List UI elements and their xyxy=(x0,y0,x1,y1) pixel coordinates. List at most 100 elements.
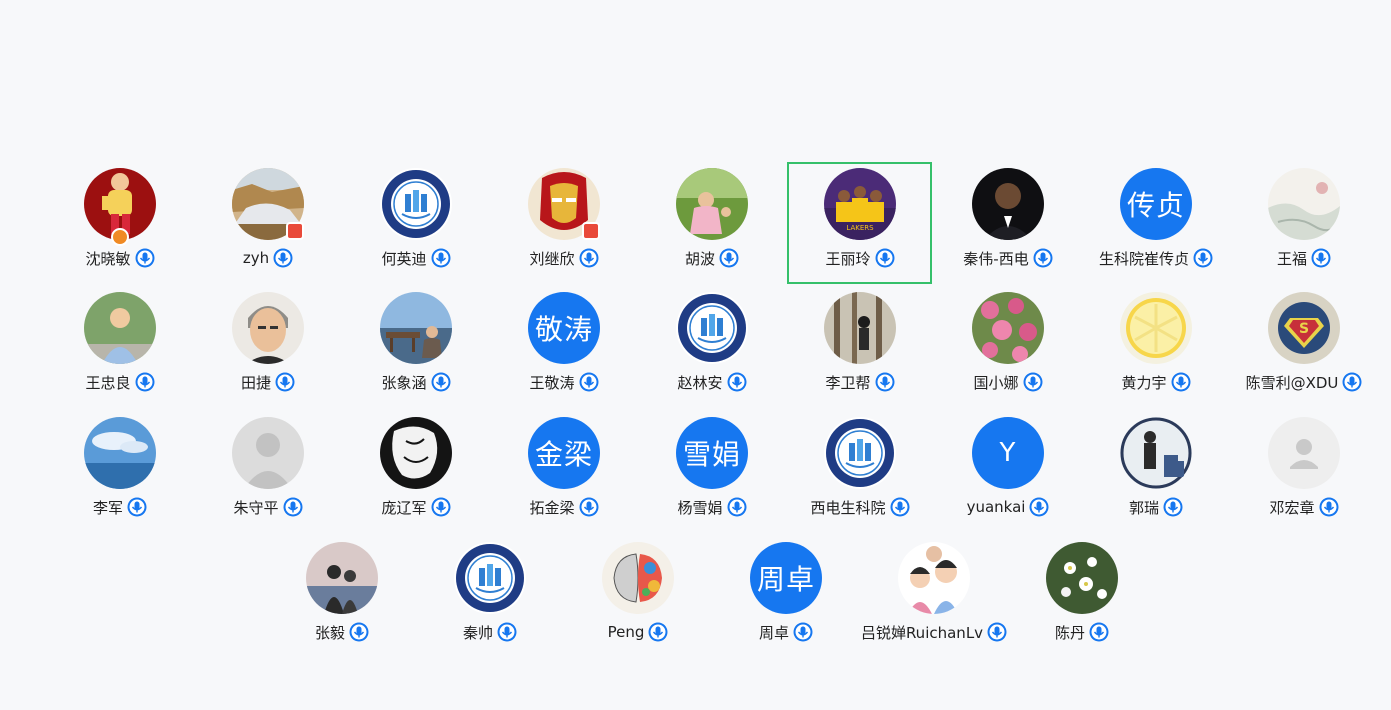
mic-icon[interactable] xyxy=(1342,372,1362,392)
avatar-photo-forest-people[interactable] xyxy=(824,292,896,364)
text-avatar[interactable]: 传贞 xyxy=(1120,168,1192,240)
participant-tile[interactable]: 张象涵 xyxy=(342,292,490,402)
mic-icon[interactable] xyxy=(1033,248,1053,268)
mic-icon[interactable] xyxy=(1171,372,1191,392)
mic-icon[interactable] xyxy=(890,497,910,517)
mic-icon[interactable] xyxy=(1163,497,1183,517)
mic-icon[interactable] xyxy=(579,248,599,268)
mic-icon[interactable] xyxy=(127,497,147,517)
avatar-photo-pier-sea[interactable] xyxy=(380,292,452,364)
avatar-photo-man-trees[interactable] xyxy=(84,292,156,364)
mic-icon[interactable] xyxy=(719,248,739,268)
participant-tile[interactable]: 传贞 生科院崔传贞 xyxy=(1082,168,1230,278)
participant-tile[interactable]: 西电生科院 xyxy=(786,417,934,527)
mic-icon[interactable] xyxy=(727,372,747,392)
participant-tile[interactable]: 国小娜 xyxy=(934,292,1082,402)
participant-tile[interactable]: 邓宏章 xyxy=(1230,417,1378,527)
participant-tile[interactable]: LAKERS 王丽玲 xyxy=(786,168,934,278)
avatar-logo-institute-seal[interactable] xyxy=(676,292,748,364)
participant-tile[interactable]: 庞辽军 xyxy=(342,417,490,527)
mic-icon[interactable] xyxy=(431,248,451,268)
participant-tile[interactable]: 郭瑞 xyxy=(1082,417,1230,527)
text-avatar[interactable]: 周卓 xyxy=(750,542,822,614)
participant-tile[interactable]: 雪娟 杨雪娟 xyxy=(638,417,786,527)
participant-tile[interactable]: 李军 xyxy=(46,417,194,527)
mic-icon[interactable] xyxy=(273,248,293,268)
participant-name: 沈晓敏 xyxy=(85,249,131,268)
avatar-photo-white-flowers[interactable] xyxy=(1046,542,1118,614)
mic-icon[interactable] xyxy=(497,622,517,642)
participant-tile[interactable]: 赵林安 xyxy=(638,292,786,402)
participant-tile[interactable]: 田捷 xyxy=(194,292,342,402)
participant-tile[interactable]: S 陈雪利@XDU xyxy=(1230,292,1378,402)
avatar-logo-institute-seal[interactable] xyxy=(454,542,526,614)
participant-name-line: 吕锐婵RuichanLv xyxy=(860,620,1008,644)
mic-icon[interactable] xyxy=(987,622,1007,642)
participant-tile[interactable]: 王福 xyxy=(1230,168,1378,278)
participant-tile[interactable]: 李卫帮 xyxy=(786,292,934,402)
participant-tile[interactable]: 秦帅 xyxy=(416,542,564,652)
mic-icon[interactable] xyxy=(875,248,895,268)
participant-tile[interactable]: 秦伟-西电 xyxy=(934,168,1082,278)
participant-tile[interactable]: 黄力宇 xyxy=(1082,292,1230,402)
mic-icon[interactable] xyxy=(579,372,599,392)
avatar-drawing-black-white[interactable] xyxy=(380,417,452,489)
avatar-photo-hiker-city[interactable] xyxy=(1120,417,1192,489)
mic-icon[interactable] xyxy=(283,497,303,517)
participant-tile[interactable]: 陈丹 xyxy=(1008,542,1156,652)
avatar-drawing-colorful-brain[interactable] xyxy=(602,542,674,614)
mic-icon[interactable] xyxy=(431,497,451,517)
participant-tile[interactable]: 金梁 拓金梁 xyxy=(490,417,638,527)
participant-tile[interactable]: 张毅 xyxy=(268,542,416,652)
mic-icon[interactable] xyxy=(431,372,451,392)
avatar-logo-institute-seal[interactable] xyxy=(824,417,896,489)
mic-icon[interactable] xyxy=(648,622,668,642)
mic-icon[interactable] xyxy=(1193,248,1213,268)
avatar-photo-couple-sunset[interactable] xyxy=(306,542,378,614)
avatar-default-avatar-grey[interactable] xyxy=(232,417,304,489)
text-avatar[interactable]: 雪娟 xyxy=(676,417,748,489)
avatar-photo-basketball-team[interactable]: LAKERS xyxy=(824,168,896,240)
text-avatar[interactable]: 金梁 xyxy=(528,417,600,489)
mic-icon[interactable] xyxy=(1319,497,1339,517)
participant-tile[interactable]: 周卓 周卓 xyxy=(712,542,860,652)
mic-icon[interactable] xyxy=(1029,497,1049,517)
participant-tile[interactable]: 吕锐婵RuichanLv xyxy=(860,542,1008,652)
participant-tile[interactable]: 敬涛 王敬涛 xyxy=(490,292,638,402)
avatar-photo-lemon-slice[interactable] xyxy=(1120,292,1192,364)
avatar-default-avatar-light[interactable] xyxy=(1268,417,1340,489)
text-avatar[interactable]: 敬涛 xyxy=(528,292,600,364)
participant-tile[interactable]: 胡波 xyxy=(638,168,786,278)
mic-icon[interactable] xyxy=(349,622,369,642)
mic-icon[interactable] xyxy=(1023,372,1043,392)
participant-tile[interactable]: 朱守平 xyxy=(194,417,342,527)
participant-row: 李军 朱守平 庞辽军 金梁 拓金梁 雪娟 杨雪娟 西电生科院 Yyuankai 郭瑞 邓宏章 xyxy=(0,417,1391,527)
avatar-photo-pink-flowers[interactable] xyxy=(972,292,1044,364)
avatar-photo-sky-sea[interactable] xyxy=(84,417,156,489)
participant-tile[interactable]: 何英迪 xyxy=(342,168,490,278)
mic-icon[interactable] xyxy=(793,622,813,642)
mic-icon[interactable] xyxy=(135,248,155,268)
avatar-logo-institute-seal[interactable] xyxy=(380,168,452,240)
participant-tile[interactable]: 刘继欣 xyxy=(490,168,638,278)
participant-name: 陈丹 xyxy=(1054,623,1085,642)
avatar-photo-family-kids[interactable] xyxy=(898,542,970,614)
mic-icon[interactable] xyxy=(1311,248,1331,268)
mic-icon[interactable] xyxy=(727,497,747,517)
participant-tile[interactable]: 王忠良 xyxy=(46,292,194,402)
avatar-photo-child-garden[interactable] xyxy=(676,168,748,240)
participant-tile[interactable]: 沈晓敏 xyxy=(46,168,194,278)
mic-icon[interactable] xyxy=(135,372,155,392)
mic-icon[interactable] xyxy=(579,497,599,517)
mic-icon[interactable] xyxy=(275,372,295,392)
text-avatar[interactable]: Y xyxy=(972,417,1044,489)
avatar-photo-man-portrait[interactable] xyxy=(232,292,304,364)
avatar-photo-ink-painting[interactable] xyxy=(1268,168,1340,240)
participant-tile[interactable]: Yyuankai xyxy=(934,417,1082,527)
avatar-logo-superman[interactable]: S xyxy=(1268,292,1340,364)
mic-icon[interactable] xyxy=(1089,622,1109,642)
participant-tile[interactable]: zyh xyxy=(194,168,342,278)
avatar-photo-man-suit[interactable] xyxy=(972,168,1044,240)
participant-tile[interactable]: Peng xyxy=(564,542,712,652)
mic-icon[interactable] xyxy=(875,372,895,392)
